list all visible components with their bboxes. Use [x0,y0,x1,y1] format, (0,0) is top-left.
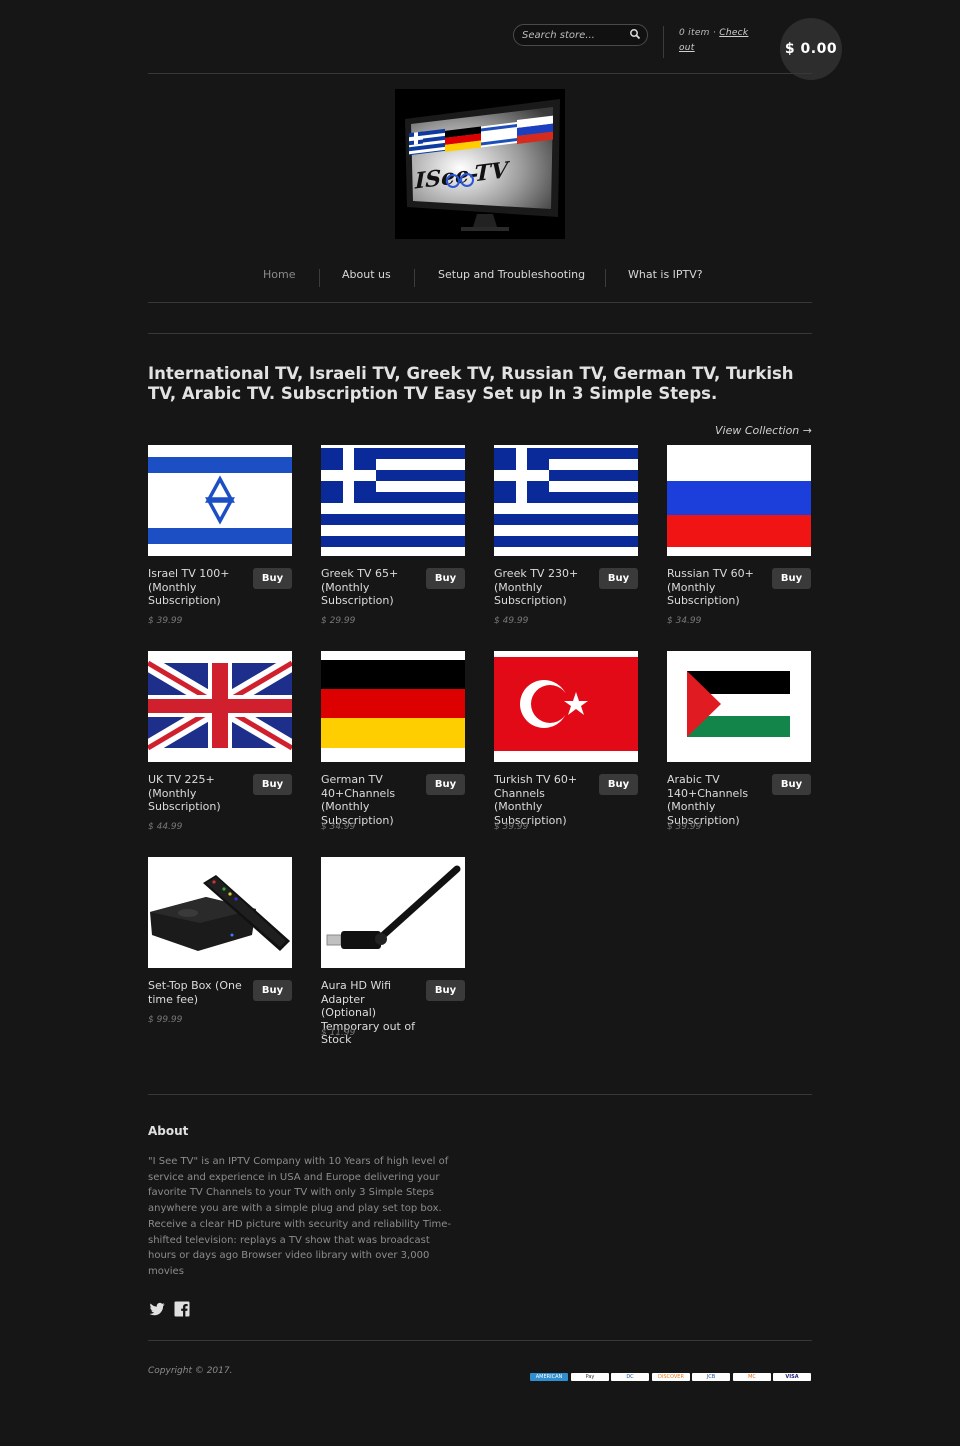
product-image-greece-flag[interactable] [494,445,638,556]
view-collection-link[interactable]: View Collection → [700,424,812,437]
header-rule [148,73,812,74]
product-price: $ 29.99 [321,616,356,626]
product-title[interactable]: Greek TV 65+ (Monthly Subscription) [321,567,421,608]
main-navigation: Home About us Setup and Troubleshooting … [148,268,812,288]
buy-button[interactable]: Buy [772,774,811,795]
buy-button[interactable]: Buy [426,774,465,795]
product-title[interactable]: German TV 40+Channels (Monthly Subscript… [321,773,421,827]
apple-pay-icon: Pay [571,1373,609,1381]
diners-club-icon: DC [611,1373,649,1381]
jcb-icon: JCB [692,1373,730,1381]
cart-separator: · [712,28,717,38]
buy-button[interactable]: Buy [426,568,465,589]
nav-separator [414,269,415,287]
search-icon[interactable] [629,28,641,40]
about-text: "I See TV" is an IPTV Company with 10 Ye… [148,1156,451,1277]
product-price: $ 44.99 [148,822,183,832]
master-label: MC [748,1374,756,1380]
nav-item-home[interactable]: Home [263,268,295,281]
master-icon: MC [733,1373,771,1381]
product-image-israel-flag[interactable] [148,445,292,556]
product-image-greece-flag[interactable] [321,445,465,556]
cart-summary: 0 item · Check out [679,26,759,56]
product-image-wifi-adapter[interactable] [321,857,465,968]
nav-item-about-us[interactable]: About us [342,268,391,281]
product-title[interactable]: Set-Top Box (One time fee) [148,979,248,1006]
product-image-germany-flag[interactable] [321,651,465,762]
twitter-icon[interactable] [148,1300,166,1318]
product-title[interactable]: Greek TV 230+ (Monthly Subscription) [494,567,594,608]
nav-separator [605,269,606,287]
cart-total-button[interactable]: $ 0.00 [780,18,842,80]
buy-button[interactable]: Buy [253,774,292,795]
nav-separator [319,269,320,287]
copyright-text: Copyright © 2017. [148,1366,233,1376]
product-price: $ 11.99 [321,1028,356,1038]
page-headline: International TV, Israeli TV, Greek TV, … [148,364,794,403]
product-title[interactable]: UK TV 225+ (Monthly Subscription) [148,773,248,814]
buy-button[interactable]: Buy [426,980,465,1001]
product-price: $ 34.99 [321,822,356,832]
buy-button[interactable]: Buy [772,568,811,589]
product-image-turkey-flag[interactable] [494,651,638,762]
discover-icon: DISCOVER [652,1373,690,1381]
about-heading: About [148,1124,189,1138]
footer-rule [148,1094,812,1095]
buy-button[interactable]: Buy [253,568,292,589]
visa-label: VISA [785,1374,799,1380]
facebook-icon[interactable] [173,1300,191,1318]
product-price: $ 99.99 [148,1015,183,1025]
product-price: $ 39.99 [148,616,183,626]
nav-item-what-is-iptv[interactable]: What is IPTV? [628,268,703,281]
product-image-palestine-flag[interactable] [667,651,811,762]
product-image-set-top-box[interactable] [148,857,292,968]
search-input[interactable] [522,28,627,43]
product-price: $ 34.99 [667,616,702,626]
product-image-uk-flag[interactable] [148,651,292,762]
header-divider [663,26,664,58]
american-express-icon: AMERICAN [530,1373,568,1381]
cart-item-count[interactable]: 0 item [679,28,710,38]
buy-button[interactable]: Buy [599,568,638,589]
product-price: $ 39.99 [667,822,702,832]
product-title[interactable]: Israel TV 100+ (Monthly Subscription) [148,567,248,608]
product-image-russia-flag[interactable] [667,445,811,556]
search-box[interactable] [513,24,648,46]
store-logo[interactable]: ISee-TV [395,89,565,239]
nav-item-setup[interactable]: Setup and Troubleshooting [438,268,585,281]
nav-rule [148,302,812,303]
buy-button[interactable]: Buy [253,980,292,1001]
product-title[interactable]: Turkish TV 60+ Channels (Monthly Subscri… [494,773,594,827]
product-title[interactable]: Arabic TV 140+Channels (Monthly Subscrip… [667,773,767,827]
discover-label: DISCOVER [658,1374,684,1380]
buy-button[interactable]: Buy [599,774,638,795]
american-express-label: AMERICAN [535,1374,563,1380]
jcb-label: JCB [706,1374,716,1380]
diners-club-label: DC [626,1374,634,1380]
section-rule [148,333,812,334]
apple-pay-label: Pay [585,1374,595,1380]
product-price: $ 49.99 [494,616,529,626]
product-price: $ 39.99 [494,822,529,832]
product-title[interactable]: Russian TV 60+ (Monthly Subscription) [667,567,767,608]
copyright-rule [148,1340,812,1341]
visa-icon: VISA [773,1373,811,1381]
logo-monitor-image: ISee-TV [405,99,560,231]
